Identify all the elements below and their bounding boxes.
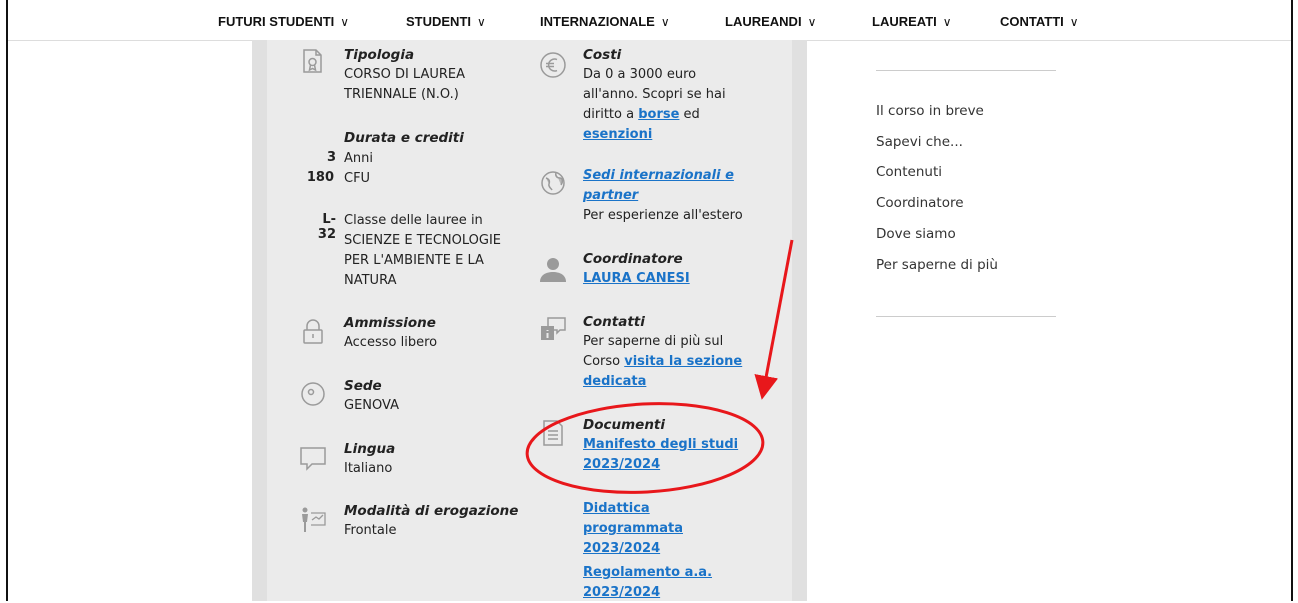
- chevron-down-icon: ∨: [1069, 15, 1079, 29]
- costi-text-and: ed: [679, 107, 700, 122]
- chevron-down-icon: ∨: [477, 15, 486, 29]
- years-unit: Anni: [344, 151, 373, 166]
- chevron-down-icon: ∨: [807, 15, 817, 29]
- nav-laureati[interactable]: LAUREATI ∨: [872, 14, 952, 29]
- chevron-down-icon: ∨: [942, 15, 952, 29]
- nav-internazionale[interactable]: INTERNAZIONALE ∨: [540, 14, 670, 29]
- top-navigation: FUTURI STUDENTI ∨ STUDENTI ∨ INTERNAZIONAL…: [8, 0, 1291, 41]
- lingua-label: Lingua: [344, 441, 396, 457]
- nav-label: CONTATTI: [1000, 14, 1064, 29]
- document-icon: [538, 418, 568, 448]
- tipologia-label: Tipologia: [344, 47, 415, 63]
- padlock-icon: [298, 316, 328, 346]
- nav-futuri-studenti[interactable]: FUTURI STUDENTI ∨: [218, 14, 349, 29]
- regolamento-link[interactable]: Regolamento a.a. 2023/2024: [583, 565, 712, 600]
- sedi-internazionali-link[interactable]: Sedi internazionali e partner: [583, 168, 734, 203]
- costi-label: Costi: [583, 47, 622, 63]
- documenti-link-3-wrap: Regolamento a.a. 2023/2024: [583, 563, 733, 603]
- nav-label: LAUREATI: [872, 14, 937, 29]
- manifesto-link[interactable]: Manifesto degli studi 2023/2024: [583, 437, 738, 472]
- toc-divider-bottom: [876, 316, 1056, 317]
- documenti-link-1-wrap: Manifesto degli studi 2023/2024: [583, 435, 753, 475]
- window-frame-right: [1291, 0, 1293, 601]
- nav-label: LAUREANDI: [725, 14, 802, 29]
- chevron-down-icon: ∨: [340, 15, 350, 29]
- euro-icon: [538, 50, 568, 80]
- toc-item-coordinatore[interactable]: Coordinatore: [876, 195, 964, 211]
- didattica-link[interactable]: Didattica programmata 2023/2024: [583, 501, 683, 556]
- toc-item-sapevi-che[interactable]: Sapevi che...: [876, 134, 963, 150]
- ammissione-value: Accesso libero: [344, 335, 438, 350]
- nav-laureandi[interactable]: LAUREANDI ∨: [725, 14, 816, 29]
- nav-label: FUTURI STUDENTI: [218, 14, 335, 29]
- location-pin-icon: [298, 380, 328, 410]
- tipologia-value: CORSO DI LAUREA TRIENNALE (N.O.): [344, 67, 466, 102]
- documenti-label: Documenti: [583, 417, 666, 433]
- contatti-value: Per saperne di più sul Corso visita la s…: [583, 332, 753, 392]
- contatti-label: Contatti: [583, 314, 645, 330]
- sede-label: Sede: [344, 378, 382, 394]
- modalita-value: Frontale: [344, 523, 397, 538]
- sedi-block: Sedi internazionali e partner: [583, 166, 753, 206]
- nav-label: STUDENTI: [406, 14, 471, 29]
- globe-icon: [538, 168, 568, 198]
- toc-divider-top: [876, 70, 1056, 71]
- modalita-label: Modalità di erogazione: [344, 503, 519, 519]
- cfu-number: 180: [306, 170, 334, 185]
- years-number: 3: [326, 150, 336, 165]
- chat-info-icon: [538, 314, 568, 344]
- toc-item-corso-in-breve[interactable]: Il corso in breve: [876, 103, 984, 119]
- certificate-icon: [298, 46, 328, 76]
- toc-item-per-saperne[interactable]: Per saperne di più: [876, 257, 998, 273]
- sedi-value: Per esperienze all'estero: [583, 208, 743, 223]
- esenzioni-link[interactable]: esenzioni: [583, 127, 652, 142]
- costi-value: Da 0 a 3000 euro all'anno. Scopri se hai…: [583, 65, 753, 145]
- coordinatore-label: Coordinatore: [583, 251, 683, 267]
- teacher-board-icon: [298, 505, 328, 535]
- nav-contatti[interactable]: CONTATTI ∨: [1000, 14, 1079, 29]
- toc-item-dove-siamo[interactable]: Dove siamo: [876, 226, 956, 242]
- coordinatore-link[interactable]: LAURA CANESI: [583, 271, 690, 286]
- chevron-down-icon: ∨: [660, 15, 670, 29]
- durata-label: Durata e crediti: [344, 130, 464, 146]
- documenti-link-2-wrap: Didattica programmata 2023/2024: [583, 499, 753, 559]
- cfu-unit: CFU: [344, 171, 371, 186]
- borse-link[interactable]: borse: [638, 107, 679, 122]
- classe-value: Classe delle lauree in SCIENZE E TECNOLO…: [344, 213, 502, 288]
- coordinatore-value: LAURA CANESI: [583, 269, 690, 289]
- ammissione-label: Ammissione: [344, 315, 436, 331]
- speech-bubble-icon: [298, 443, 328, 473]
- sede-value: GENOVA: [344, 398, 399, 413]
- lingua-value: Italiano: [344, 461, 393, 476]
- nav-label: INTERNAZIONALE: [540, 14, 655, 29]
- window-frame-left: [6, 0, 8, 601]
- nav-studenti[interactable]: STUDENTI ∨: [406, 14, 486, 29]
- person-icon: [538, 254, 568, 284]
- toc-item-contenuti[interactable]: Contenuti: [876, 164, 942, 180]
- classe-code: L-32: [317, 212, 336, 242]
